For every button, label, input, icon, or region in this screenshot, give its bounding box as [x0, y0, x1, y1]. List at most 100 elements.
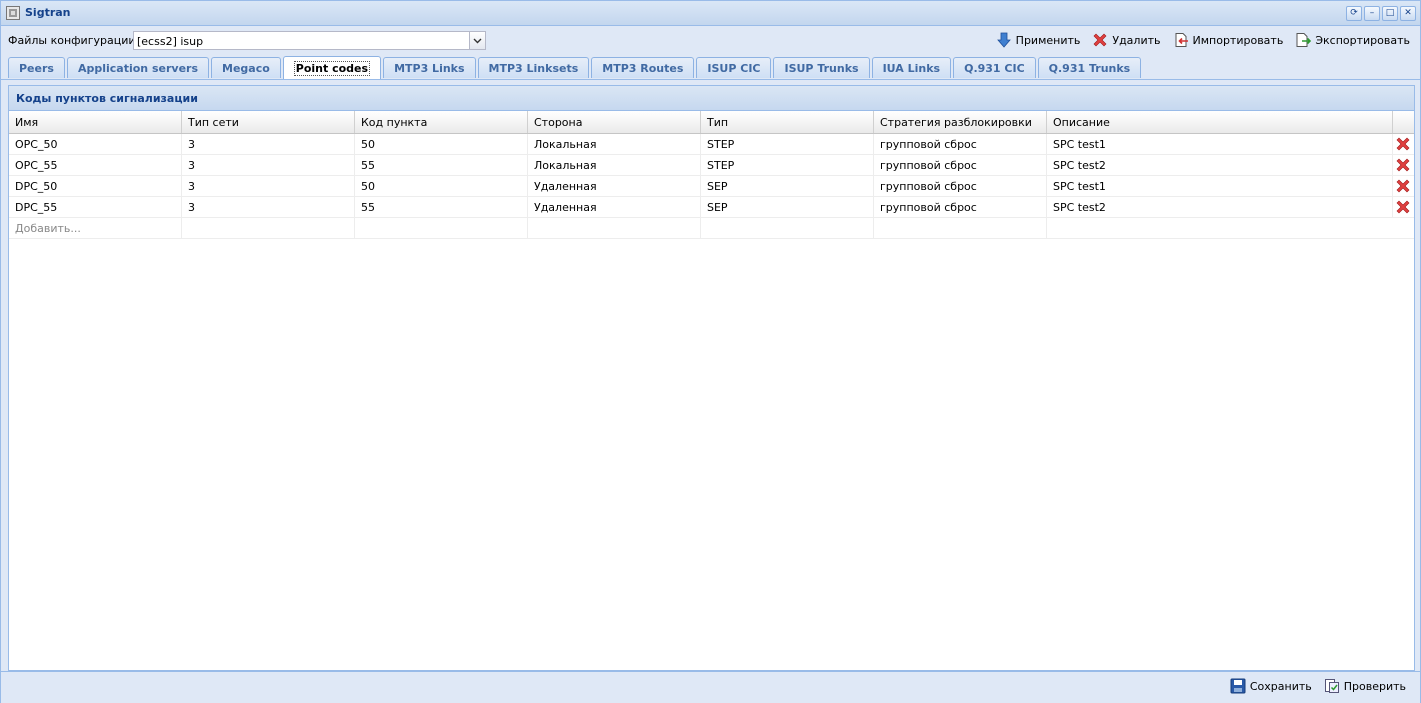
cell-point-code[interactable]: 55: [355, 155, 528, 175]
cell-point-code[interactable]: 50: [355, 176, 528, 196]
panel-header: Коды пунктов сигнализации: [9, 86, 1414, 111]
cell-unblock-strategy[interactable]: групповой сброс: [874, 176, 1047, 196]
cell-point-code[interactable]: 50: [355, 134, 528, 154]
cell-network-type[interactable]: 3: [182, 197, 355, 217]
bottom-toolbar: Сохранить Проверить: [1, 671, 1420, 703]
cell-unblock-strategy[interactable]: групповой сброс: [874, 197, 1047, 217]
tab-iua-links[interactable]: IUA Links: [871, 57, 952, 78]
delete-x-icon: [1093, 33, 1107, 47]
column-header-unblock-strategy[interactable]: Стратегия разблокировки: [874, 111, 1047, 133]
cell-side[interactable]: Локальная: [528, 134, 701, 154]
add-cell[interactable]: [182, 218, 355, 238]
config-select-value: [ecss2] isup: [137, 35, 204, 48]
export-icon: [1296, 33, 1312, 47]
tab-isup-trunks[interactable]: ISUP Trunks: [773, 57, 870, 78]
add-row-label[interactable]: Добавить...: [9, 218, 182, 238]
minimize-icon[interactable]: –: [1364, 6, 1380, 21]
grid-header: Имя Тип сети Код пункта Сторона Тип Стра…: [9, 111, 1414, 134]
add-cell[interactable]: [1047, 218, 1393, 238]
cell-name[interactable]: OPC_50: [9, 134, 182, 154]
tab-q931-trunks[interactable]: Q.931 Trunks: [1037, 57, 1142, 78]
tab-mtp3-routes[interactable]: MTP3 Routes: [591, 57, 695, 78]
add-cell[interactable]: [701, 218, 874, 238]
table-row[interactable]: DPC_50 3 50 Удаленная SEP групповой сбро…: [9, 176, 1414, 197]
tab-peers[interactable]: Peers: [8, 57, 65, 78]
arrow-down-icon: [996, 32, 1011, 48]
close-icon[interactable]: ✕: [1400, 6, 1416, 21]
cell-side[interactable]: Локальная: [528, 155, 701, 175]
apply-button[interactable]: Применить: [996, 32, 1081, 48]
chevron-down-icon[interactable]: [469, 32, 485, 49]
column-header-name[interactable]: Имя: [9, 111, 182, 133]
add-row[interactable]: Добавить...: [9, 218, 1414, 239]
delete-row-icon[interactable]: [1393, 197, 1413, 217]
delete-row-icon[interactable]: [1393, 155, 1413, 175]
save-label: Сохранить: [1249, 679, 1312, 693]
add-cell[interactable]: [874, 218, 1047, 238]
add-cell[interactable]: [355, 218, 528, 238]
column-header-side[interactable]: Сторона: [528, 111, 701, 133]
cell-network-type[interactable]: 3: [182, 155, 355, 175]
cell-description[interactable]: SPC test1: [1047, 134, 1393, 154]
cell-name[interactable]: DPC_55: [9, 197, 182, 217]
table-row[interactable]: DPC_55 3 55 Удаленная SEP групповой сбро…: [9, 197, 1414, 218]
config-toolbar: Файлы конфигурации: [ecss2] isup Примени…: [1, 26, 1420, 54]
cell-name[interactable]: OPC_55: [9, 155, 182, 175]
cell-description[interactable]: SPC test2: [1047, 197, 1393, 217]
table-row[interactable]: OPC_50 3 50 Локальная STEP групповой сбр…: [9, 134, 1414, 155]
refresh-icon[interactable]: ⟳: [1346, 6, 1362, 21]
sigtran-window: Sigtran ⟳ – □ ✕ Файлы конфигурации: [ecs…: [0, 0, 1421, 703]
panel-title: Коды пунктов сигнализации: [16, 92, 198, 105]
maximize-icon[interactable]: □: [1382, 6, 1398, 21]
tab-isup-cic[interactable]: ISUP CIC: [696, 57, 772, 78]
delete-button[interactable]: Удалить: [1092, 32, 1161, 48]
app-icon: [6, 6, 20, 20]
column-header-network-type[interactable]: Тип сети: [182, 111, 355, 133]
cell-type[interactable]: STEP: [701, 134, 874, 154]
config-label: Файлы конфигурации:: [8, 34, 140, 47]
cell-point-code[interactable]: 55: [355, 197, 528, 217]
save-button[interactable]: Сохранить: [1230, 678, 1312, 694]
tab-mtp3-links[interactable]: MTP3 Links: [383, 57, 476, 78]
tab-q931-cic[interactable]: Q.931 CIC: [953, 57, 1036, 78]
cell-unblock-strategy[interactable]: групповой сброс: [874, 134, 1047, 154]
column-header-description[interactable]: Описание: [1047, 111, 1393, 133]
column-header-actions: [1393, 111, 1413, 133]
export-button[interactable]: Экспортировать: [1295, 32, 1410, 48]
config-select[interactable]: [ecss2] isup: [133, 31, 486, 50]
tab-strip: Peers Application servers Megaco Point c…: [1, 55, 1420, 80]
table-row[interactable]: OPC_55 3 55 Локальная STEP групповой сбр…: [9, 155, 1414, 176]
tab-mtp3-linksets[interactable]: MTP3 Linksets: [477, 57, 590, 78]
import-icon: [1175, 33, 1188, 47]
apply-label: Применить: [1015, 33, 1081, 47]
point-codes-panel: Коды пунктов сигнализации Имя Тип сети К…: [8, 85, 1415, 671]
cell-side[interactable]: Удаленная: [528, 197, 701, 217]
cell-network-type[interactable]: 3: [182, 134, 355, 154]
cell-type[interactable]: STEP: [701, 155, 874, 175]
check-label: Проверить: [1343, 679, 1406, 693]
cell-description[interactable]: SPC test1: [1047, 176, 1393, 196]
bottom-actions: Сохранить Проверить: [1230, 678, 1406, 694]
tab-megaco[interactable]: Megaco: [211, 57, 281, 78]
tab-application-servers[interactable]: Application servers: [66, 57, 209, 78]
cell-unblock-strategy[interactable]: групповой сброс: [874, 155, 1047, 175]
title-bar: Sigtran ⟳ – □ ✕: [1, 1, 1420, 26]
delete-row-icon[interactable]: [1393, 134, 1413, 154]
cell-description[interactable]: SPC test2: [1047, 155, 1393, 175]
cell-type[interactable]: SEP: [701, 176, 874, 196]
column-header-type[interactable]: Тип: [701, 111, 874, 133]
cell-network-type[interactable]: 3: [182, 176, 355, 196]
delete-row-icon[interactable]: [1393, 176, 1413, 196]
save-icon: [1230, 678, 1246, 694]
column-header-point-code[interactable]: Код пункта: [355, 111, 528, 133]
cell-side[interactable]: Удаленная: [528, 176, 701, 196]
window-title: Sigtran: [25, 6, 71, 19]
add-cell[interactable]: [528, 218, 701, 238]
cell-name[interactable]: DPC_50: [9, 176, 182, 196]
export-label: Экспортировать: [1315, 33, 1410, 47]
check-button[interactable]: Проверить: [1324, 678, 1406, 694]
import-button[interactable]: Импортировать: [1173, 32, 1283, 48]
tab-point-codes[interactable]: Point codes: [282, 56, 382, 79]
check-icon: [1324, 679, 1339, 693]
cell-type[interactable]: SEP: [701, 197, 874, 217]
